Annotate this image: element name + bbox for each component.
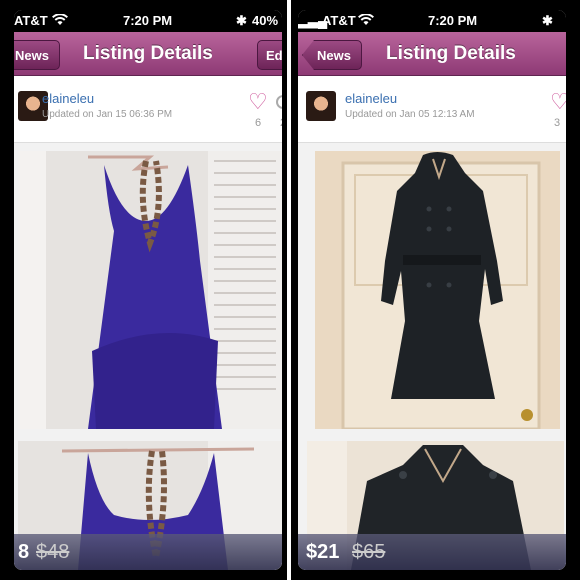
current-price: $21	[306, 541, 340, 563]
photo-gallery: 8 $48	[14, 143, 282, 570]
username-link[interactable]: elaineleu	[42, 91, 94, 106]
carrier-label: AT&T	[322, 13, 356, 28]
right-screenshot: ▂▃▄ AT&T 7:20 PM ✱ News Listing Details …	[298, 10, 566, 570]
carrier-label: AT&T	[14, 13, 48, 28]
avatar[interactable]	[306, 91, 336, 121]
back-button[interactable]: News	[14, 40, 60, 70]
current-price: 8	[18, 541, 30, 563]
collage-divider	[287, 0, 291, 580]
status-time: 7:20 PM	[123, 13, 173, 28]
nav-bar: News Listing Details	[298, 32, 566, 76]
heart-icon[interactable]: ♡	[550, 91, 566, 113]
like-count: 3	[554, 117, 561, 129]
updated-timestamp: Updated on Jan 05 12:13 AM	[345, 109, 475, 120]
status-bar: AT&T 7:20 PM ✱ 40%	[14, 10, 282, 32]
heart-icon[interactable]: ♡	[248, 91, 268, 113]
page-title: Listing Details	[83, 43, 213, 64]
listing-photo[interactable]	[18, 151, 282, 429]
nav-bar: News Listing Details Ed	[14, 32, 282, 76]
original-price: $65	[352, 541, 386, 563]
edit-button[interactable]: Ed	[257, 40, 282, 70]
comment-count: 2	[280, 117, 282, 129]
username-link[interactable]: elaineleu	[345, 91, 397, 106]
price-bar: 8 $48	[14, 534, 282, 570]
status-time: 7:20 PM	[428, 13, 478, 28]
updated-timestamp: Updated on Jan 15 06:36 PM	[42, 109, 173, 120]
comment-icon[interactable]	[276, 95, 282, 109]
left-screenshot: AT&T 7:20 PM ✱ 40% News Listing Details …	[14, 10, 282, 570]
wifi-icon	[358, 13, 374, 29]
price-bar: $21 $65	[298, 534, 566, 570]
status-bar: ▂▃▄ AT&T 7:20 PM ✱	[298, 10, 566, 32]
bluetooth-icon: ✱	[236, 13, 247, 28]
back-button[interactable]: News	[302, 40, 362, 70]
listing-photo[interactable]	[315, 151, 560, 429]
page-title: Listing Details	[386, 43, 516, 64]
bluetooth-icon: ✱	[542, 13, 553, 28]
photo-gallery: $21 $65	[298, 143, 566, 570]
original-price: $48	[36, 541, 70, 563]
battery-percent: 40%	[252, 13, 279, 28]
listing-header: elaineleu Updated on Jan 05 12:13 AM ♡ 3	[298, 77, 566, 143]
listing-header: elaineleu Updated on Jan 15 06:36 PM ♡ 6…	[14, 77, 282, 143]
like-count: 6	[255, 117, 262, 129]
wifi-icon	[52, 13, 68, 29]
